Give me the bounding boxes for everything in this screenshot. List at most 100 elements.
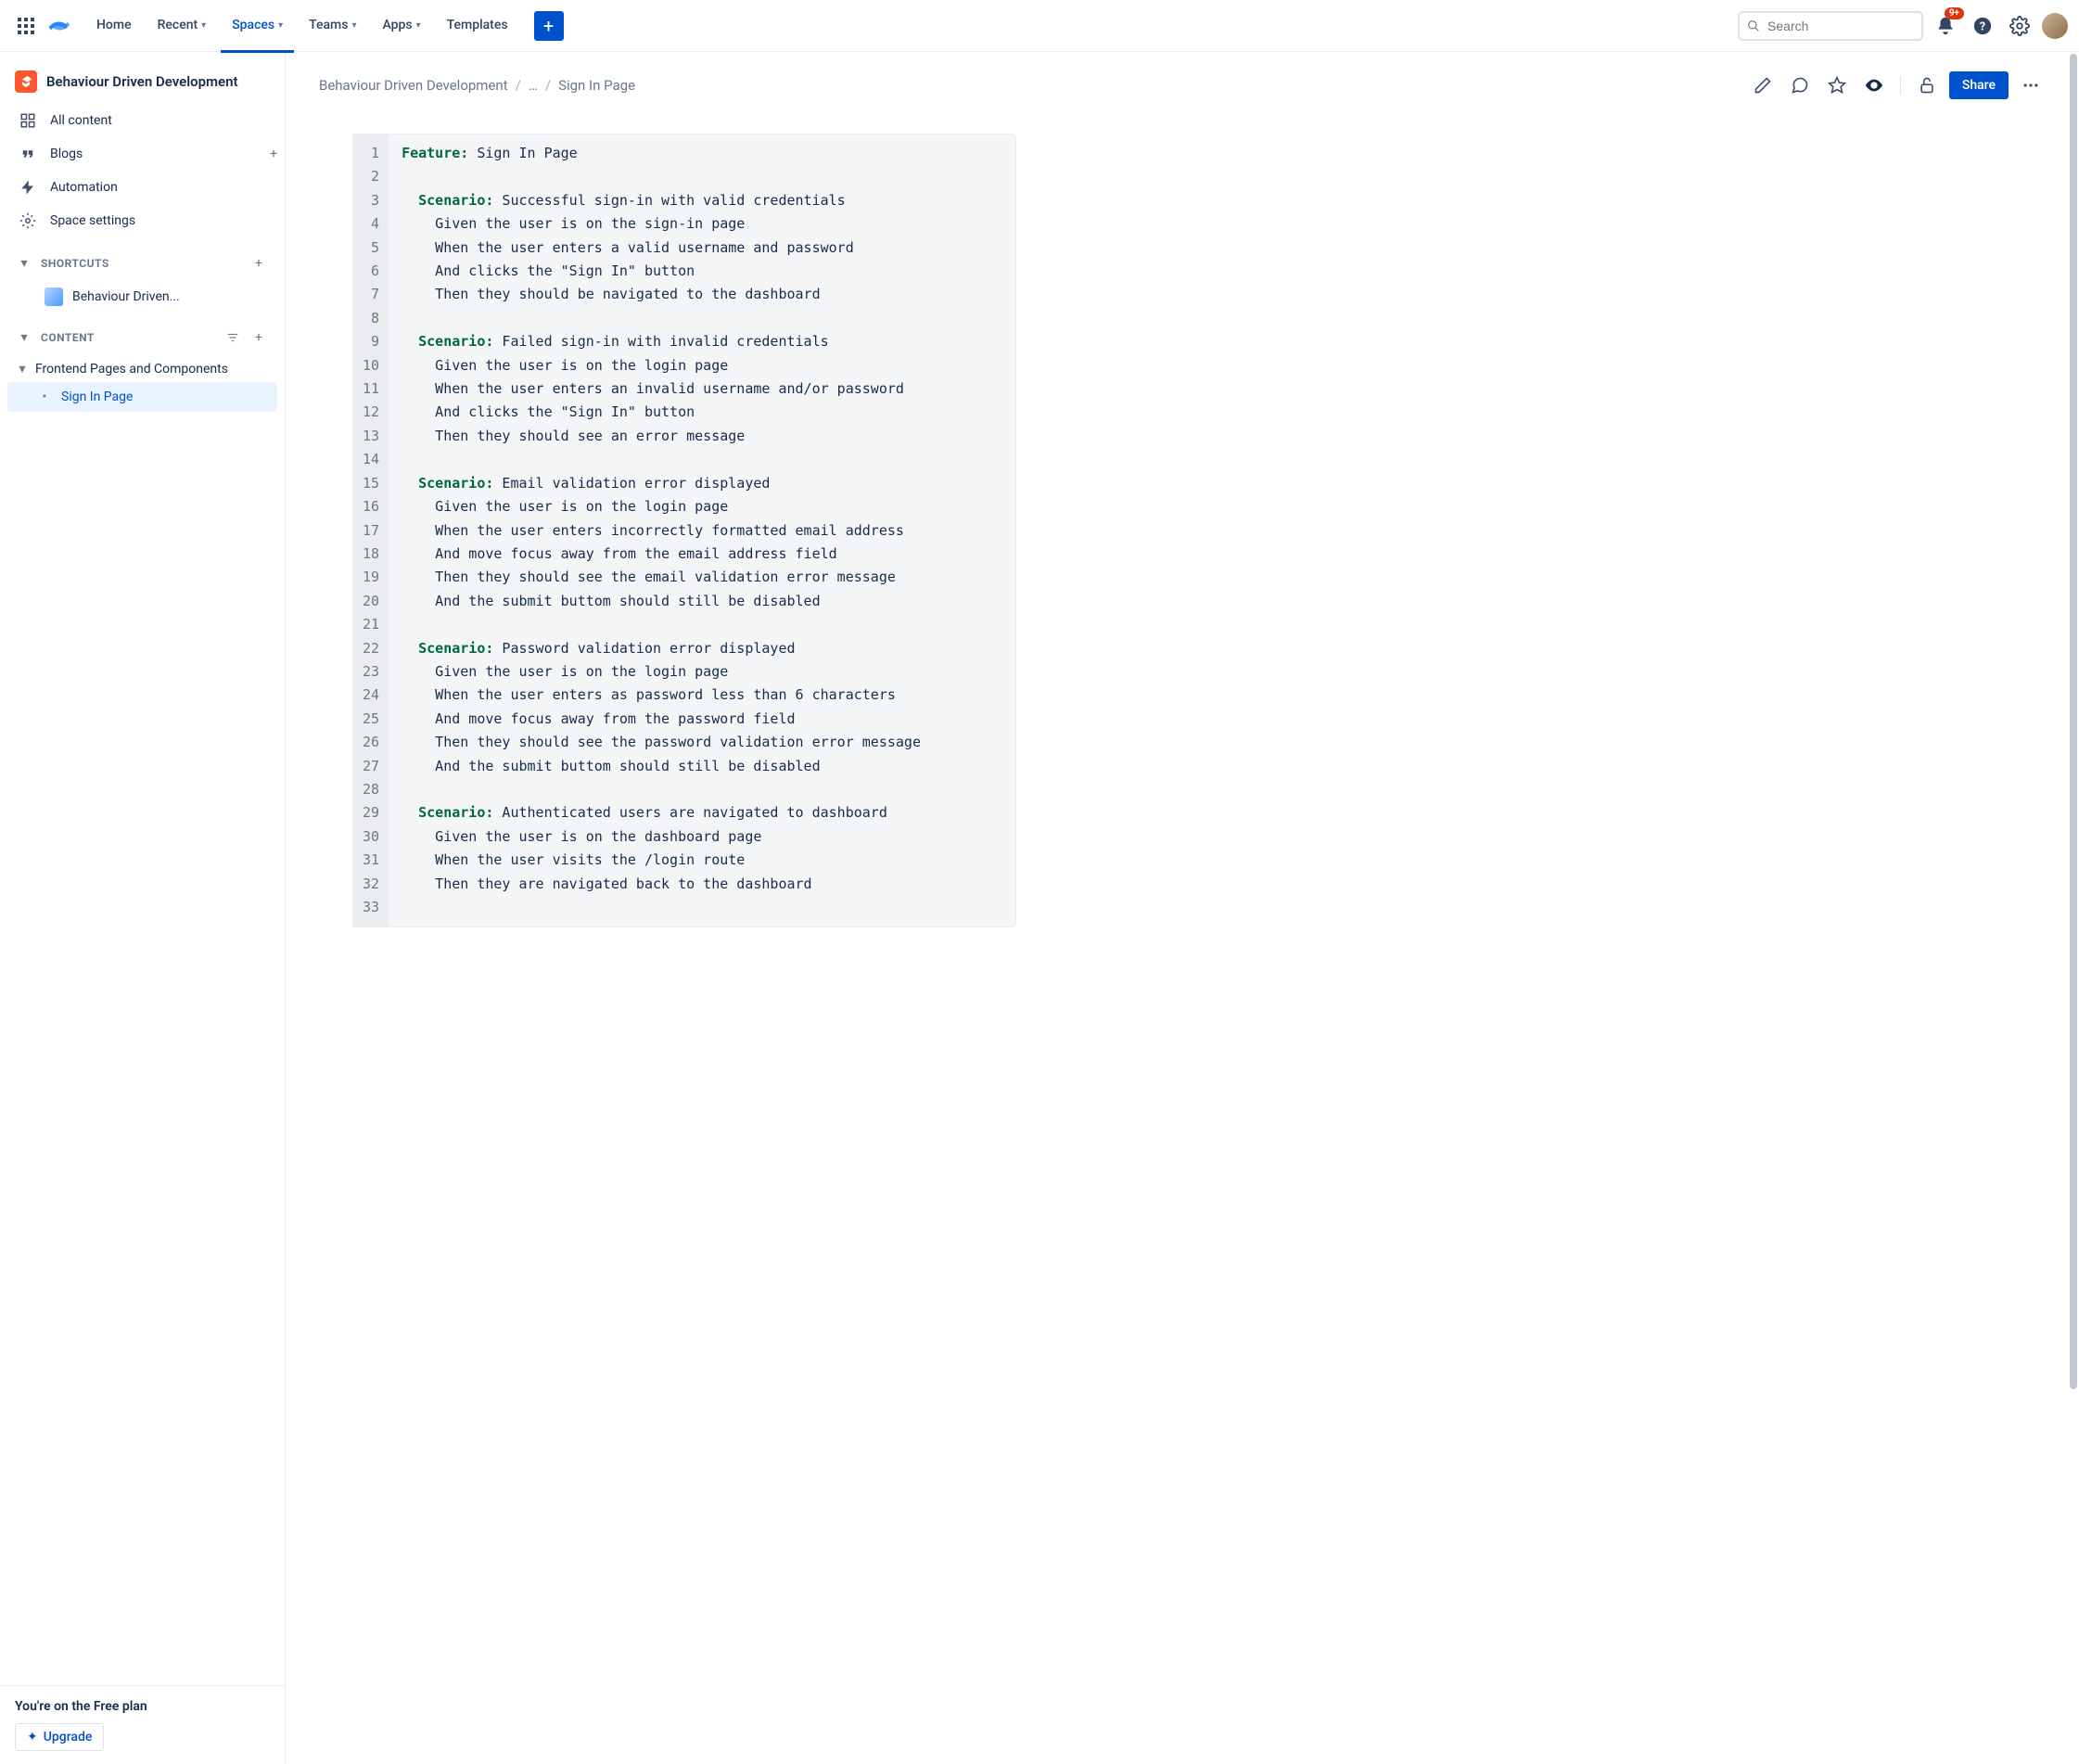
search-input[interactable] — [1767, 19, 1914, 33]
breadcrumb-current[interactable]: Sign In Page — [558, 77, 635, 94]
nav-spaces-label: Spaces — [232, 18, 274, 32]
pencil-icon — [1754, 76, 1772, 95]
chevron-down-icon: ▾ — [351, 20, 356, 31]
sidebar-space-settings[interactable]: Space settings — [0, 204, 285, 237]
tree-item-sign-in-page[interactable]: • Sign In Page — [7, 382, 277, 412]
shortcut-icon — [45, 288, 63, 306]
sidebar-label: Space settings — [50, 213, 135, 228]
content-label: CONTENT — [41, 331, 214, 344]
code-content: Feature: Sign In Page Scenario: Successf… — [389, 134, 934, 927]
nav-home[interactable]: Home — [85, 1, 143, 53]
space-title: Behaviour Driven Development — [46, 73, 238, 90]
breadcrumb-root[interactable]: Behaviour Driven Development — [319, 77, 508, 94]
sidebar-footer: You're on the Free plan ✦ Upgrade — [0, 1685, 285, 1764]
separator — [1900, 76, 1901, 95]
app-switcher-icon[interactable] — [11, 11, 41, 41]
chevron-down-icon[interactable]: ▾ — [15, 362, 30, 377]
nav-teams[interactable]: Teams▾ — [298, 1, 367, 53]
sidebar-automation[interactable]: Automation — [0, 171, 285, 204]
nav-teams-label: Teams — [309, 18, 348, 32]
chevron-down-icon: ▾ — [278, 20, 283, 31]
bullet-icon: • — [37, 390, 52, 404]
unlock-icon — [1918, 76, 1936, 95]
chevron-down-icon: ▾ — [201, 20, 206, 31]
content-header: Behaviour Driven Development / … / Sign … — [286, 52, 2079, 100]
more-actions-button[interactable] — [2016, 70, 2046, 100]
search-icon — [1747, 19, 1760, 33]
watch-button[interactable] — [1859, 70, 1889, 100]
sparkle-icon: ✦ — [27, 1730, 38, 1745]
help-icon: ? — [1972, 16, 1993, 36]
space-header[interactable]: Behaviour Driven Development — [0, 59, 285, 104]
chevron-down-icon: ▾ — [416, 20, 421, 31]
shortcuts-label: SHORTCUTS — [41, 257, 240, 270]
create-button[interactable]: + — [534, 11, 564, 41]
upgrade-label: Upgrade — [44, 1730, 93, 1745]
add-shortcut-button[interactable]: + — [248, 252, 270, 275]
star-button[interactable] — [1822, 70, 1852, 100]
scrollbar[interactable] — [2068, 52, 2079, 1764]
comment-icon — [1791, 76, 1809, 95]
upgrade-button[interactable]: ✦ Upgrade — [15, 1723, 104, 1751]
add-content-button[interactable]: + — [248, 326, 270, 349]
nav-templates-label: Templates — [447, 18, 508, 32]
add-icon[interactable]: + — [270, 147, 277, 161]
sidebar-blogs[interactable]: Blogs + — [0, 137, 285, 171]
code-block: 1234567891011121314151617181920212223242… — [352, 134, 1016, 927]
nav-spaces[interactable]: Spaces ▾ — [221, 1, 294, 53]
settings-button[interactable] — [2005, 11, 2034, 41]
breadcrumb-ellipsis[interactable]: … — [529, 77, 538, 94]
eye-icon — [1864, 75, 1884, 96]
edit-button[interactable] — [1748, 70, 1778, 100]
line-gutter: 1234567891011121314151617181920212223242… — [353, 134, 389, 927]
dots-icon — [2022, 76, 2040, 95]
share-button[interactable]: Share — [1949, 71, 2009, 99]
search-box[interactable] — [1738, 11, 1923, 41]
gear-icon — [19, 211, 37, 230]
notifications-button[interactable]: 9+ — [1931, 11, 1960, 41]
top-navigation: Home Recent▾ Spaces▾ Teams▾ Apps▾ Templa… — [0, 0, 2079, 52]
space-icon — [15, 70, 37, 93]
breadcrumb-separator: / — [545, 77, 551, 94]
sidebar-label: Blogs — [50, 147, 83, 161]
sidebar-label: Automation — [50, 180, 118, 195]
chevron-down-icon[interactable]: ▾ — [15, 328, 33, 347]
sidebar-label: All content — [50, 113, 112, 128]
help-button[interactable]: ? — [1968, 11, 1997, 41]
svg-text:?: ? — [1980, 19, 1985, 33]
nav-templates[interactable]: Templates — [436, 1, 519, 53]
page-actions: Share — [1748, 70, 2046, 100]
quote-icon — [19, 145, 37, 163]
free-plan-text: You're on the Free plan — [15, 1699, 270, 1714]
tree-item-label: Frontend Pages and Components — [35, 362, 228, 377]
nav-recent-label: Recent — [158, 18, 198, 32]
nav-home-label: Home — [96, 18, 132, 32]
user-avatar[interactable] — [2042, 13, 2068, 39]
tree-item-label: Sign In Page — [61, 390, 133, 404]
breadcrumb: Behaviour Driven Development / … / Sign … — [319, 77, 635, 94]
comment-button[interactable] — [1785, 70, 1815, 100]
confluence-logo-icon[interactable] — [45, 11, 74, 41]
nav-recent[interactable]: Recent▾ — [147, 1, 218, 53]
filter-icon[interactable] — [222, 326, 244, 349]
scrollbar-thumb[interactable] — [2070, 54, 2077, 1389]
gear-icon — [2009, 16, 2030, 36]
sidebar: Behaviour Driven Development All content… — [0, 52, 286, 1764]
main-content: Behaviour Driven Development / … / Sign … — [286, 52, 2079, 1764]
share-label: Share — [1962, 78, 1996, 93]
restrictions-button[interactable] — [1912, 70, 1942, 100]
sidebar-all-content[interactable]: All content — [0, 104, 285, 137]
notification-badge: 9+ — [1945, 7, 1964, 19]
tree-item-parent[interactable]: ▾ Frontend Pages and Components — [0, 356, 285, 382]
bolt-icon — [19, 178, 37, 197]
chevron-down-icon[interactable]: ▾ — [15, 254, 33, 273]
nav-apps[interactable]: Apps ▾ — [371, 1, 431, 53]
grid-icon — [19, 111, 37, 130]
content-section-header: ▾ CONTENT + — [0, 312, 285, 356]
shortcut-item[interactable]: Behaviour Driven... — [0, 282, 285, 312]
breadcrumb-separator: / — [516, 77, 521, 94]
shortcut-label: Behaviour Driven... — [72, 289, 180, 304]
content-area: 1234567891011121314151617181920212223242… — [286, 100, 2079, 1764]
nav-apps-label: Apps — [382, 18, 412, 32]
shortcuts-section-header: ▾ SHORTCUTS + — [0, 237, 285, 282]
